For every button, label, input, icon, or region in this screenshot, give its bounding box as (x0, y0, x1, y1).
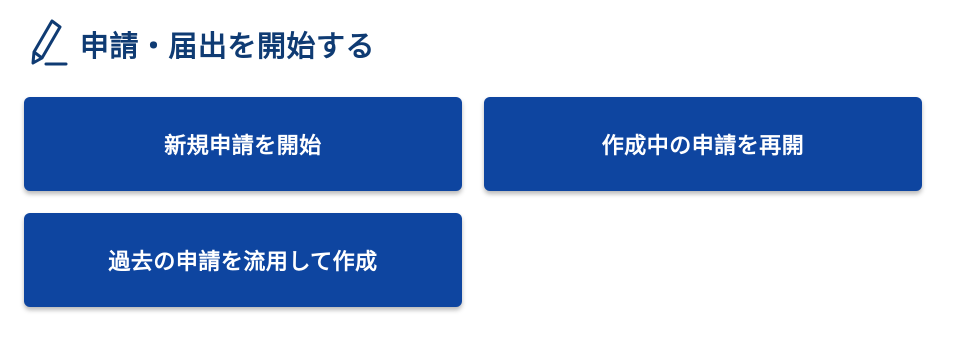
resume-draft-button[interactable]: 作成中の申請を再開 (484, 97, 922, 191)
section-header: 申請・届出を開始する (28, 18, 375, 70)
reuse-past-application-button[interactable]: 過去の申請を流用して作成 (24, 213, 462, 307)
reuse-past-application-label: 過去の申請を流用して作成 (108, 250, 378, 275)
section-title: 申請・届出を開始する (80, 29, 376, 63)
pen-icon (31, 19, 68, 66)
new-application-button[interactable]: 新規申請を開始 (24, 97, 462, 191)
resume-draft-label: 作成中の申請を再開 (601, 134, 805, 159)
new-application-label: 新規申請を開始 (164, 134, 322, 159)
